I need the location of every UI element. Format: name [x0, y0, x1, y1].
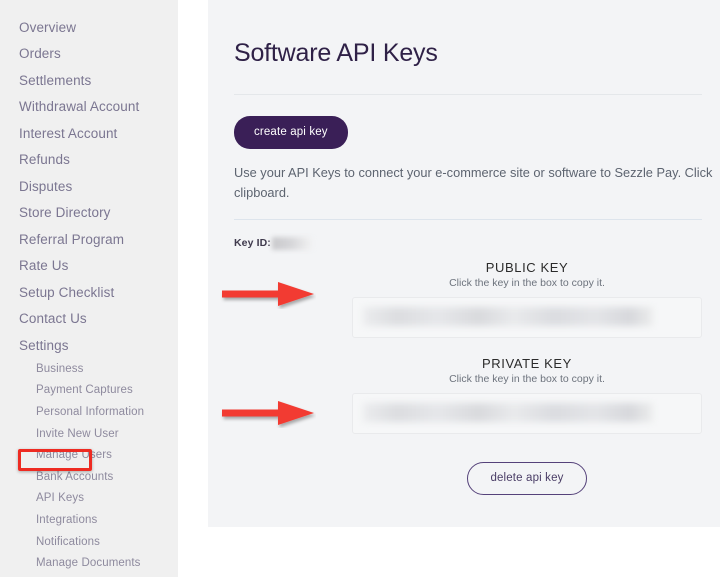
sidebar-item-referral-program[interactable]: Referral Program [0, 226, 178, 253]
description-line-1: Use your API Keys to connect your e-comm… [234, 165, 713, 180]
sidebar-item-personal-information[interactable]: Personal Information [0, 402, 178, 424]
private-key-box[interactable] [352, 392, 702, 434]
sidebar-item-invite-new-user[interactable]: Invite New User [0, 423, 178, 445]
sidebar-item-manage-users[interactable]: Manage Users [0, 445, 178, 467]
key-id-redacted-value [271, 236, 314, 250]
divider-top [234, 94, 702, 95]
key-id-row: Key ID: [234, 236, 702, 250]
sidebar-item-settlements[interactable]: Settlements [0, 67, 178, 94]
sidebar-item-store-directory[interactable]: Store Directory [0, 200, 178, 227]
key-id-label: Key ID: [234, 237, 271, 250]
public-key-subtext: Click the key in the box to copy it. [449, 276, 605, 289]
sidebar-item-business[interactable]: Business [0, 359, 178, 381]
sidebar-item-bank-accounts[interactable]: Bank Accounts [0, 467, 178, 489]
public-key-heading: PUBLIC KEY [485, 259, 569, 275]
sidebar-item-label: Rate Us [19, 258, 69, 274]
api-keys-card: Software API Keys create api key Use you… [208, 0, 720, 527]
sidebar-item-label: Store Directory [19, 205, 111, 221]
sidebar-item-label: Interest Account [19, 125, 118, 141]
sidebar-item-settings[interactable]: Settings [0, 332, 178, 359]
sidebar-item-label: Withdrawal Account [19, 99, 140, 115]
public-key-section: PUBLIC KEY Click the key in the box to c… [234, 260, 702, 338]
sidebar-item-manage-documents[interactable]: Manage Documents [0, 553, 178, 575]
sidebar-item-label: Disputes [19, 178, 73, 194]
private-key-heading: PRIVATE KEY [482, 355, 572, 371]
public-key-box[interactable] [352, 296, 702, 338]
sidebar-item-refunds[interactable]: Refunds [0, 147, 178, 174]
sidebar-item-label: Referral Program [19, 231, 125, 247]
page-title: Software API Keys [234, 39, 438, 67]
sidebar-item-label: Orders [19, 46, 61, 62]
sidebar-item-label: Notifications [36, 535, 100, 548]
sidebar-item-integrations[interactable]: Integrations [0, 510, 178, 532]
sidebar-item-label: Personal Information [36, 406, 145, 419]
sidebar-item-notifications[interactable]: Notifications [0, 531, 178, 553]
sidebar-item-orders[interactable]: Orders [0, 41, 178, 68]
sidebar-item-withdrawal-account[interactable]: Withdrawal Account [0, 94, 178, 121]
app-root: Overview Orders Settlements Withdrawal A… [0, 0, 720, 577]
sidebar-item-label: Integrations [36, 514, 98, 527]
sidebar-item-label: Contact Us [19, 311, 87, 327]
sidebar-item-label: Setup Checklist [19, 284, 115, 300]
sidebar-item-label: API Keys [36, 492, 85, 505]
sidebar-item-contact-us[interactable]: Contact Us [0, 306, 178, 333]
main-content: Software API Keys create api key Use you… [178, 0, 720, 577]
delete-api-key-button[interactable]: delete api key [467, 461, 587, 495]
sidebar-item-label: Settlements [19, 72, 92, 88]
sidebar-item-label: Manage Users [36, 449, 112, 462]
sidebar-item-label: Refunds [19, 152, 70, 168]
sidebar-item-label: Overview [19, 19, 77, 35]
sidebar-item-label: Payment Captures [36, 384, 133, 397]
sidebar-item-payment-captures[interactable]: Payment Captures [0, 380, 178, 402]
create-api-key-button[interactable]: create api key [234, 116, 348, 149]
sidebar-item-label: Bank Accounts [36, 470, 114, 483]
description-line-2: clipboard. [234, 184, 290, 200]
sidebar: Overview Orders Settlements Withdrawal A… [0, 0, 178, 577]
sidebar-item-rate-us[interactable]: Rate Us [0, 253, 178, 280]
private-key-subtext: Click the key in the box to copy it. [449, 372, 605, 385]
sidebar-item-overview[interactable]: Overview [0, 14, 178, 41]
sidebar-item-label: Manage Documents [36, 557, 141, 570]
sidebar-item-setup-checklist[interactable]: Setup Checklist [0, 279, 178, 306]
sidebar-item-disputes[interactable]: Disputes [0, 173, 178, 200]
api-keys-description: Use your API Keys to connect your e-comm… [234, 163, 712, 203]
delete-button-row: delete api key [352, 461, 702, 495]
divider-middle [234, 218, 702, 220]
sidebar-item-api-keys[interactable]: API Keys [0, 488, 178, 510]
sidebar-item-label: Invite New User [36, 427, 119, 440]
sidebar-item-interest-account[interactable]: Interest Account [0, 120, 178, 147]
private-key-redacted-value [363, 402, 653, 422]
public-key-redacted-value [363, 306, 653, 326]
private-key-section: PRIVATE KEY Click the key in the box to … [234, 356, 702, 434]
sidebar-item-label: Business [36, 362, 84, 375]
sidebar-item-label: Settings [19, 337, 69, 353]
